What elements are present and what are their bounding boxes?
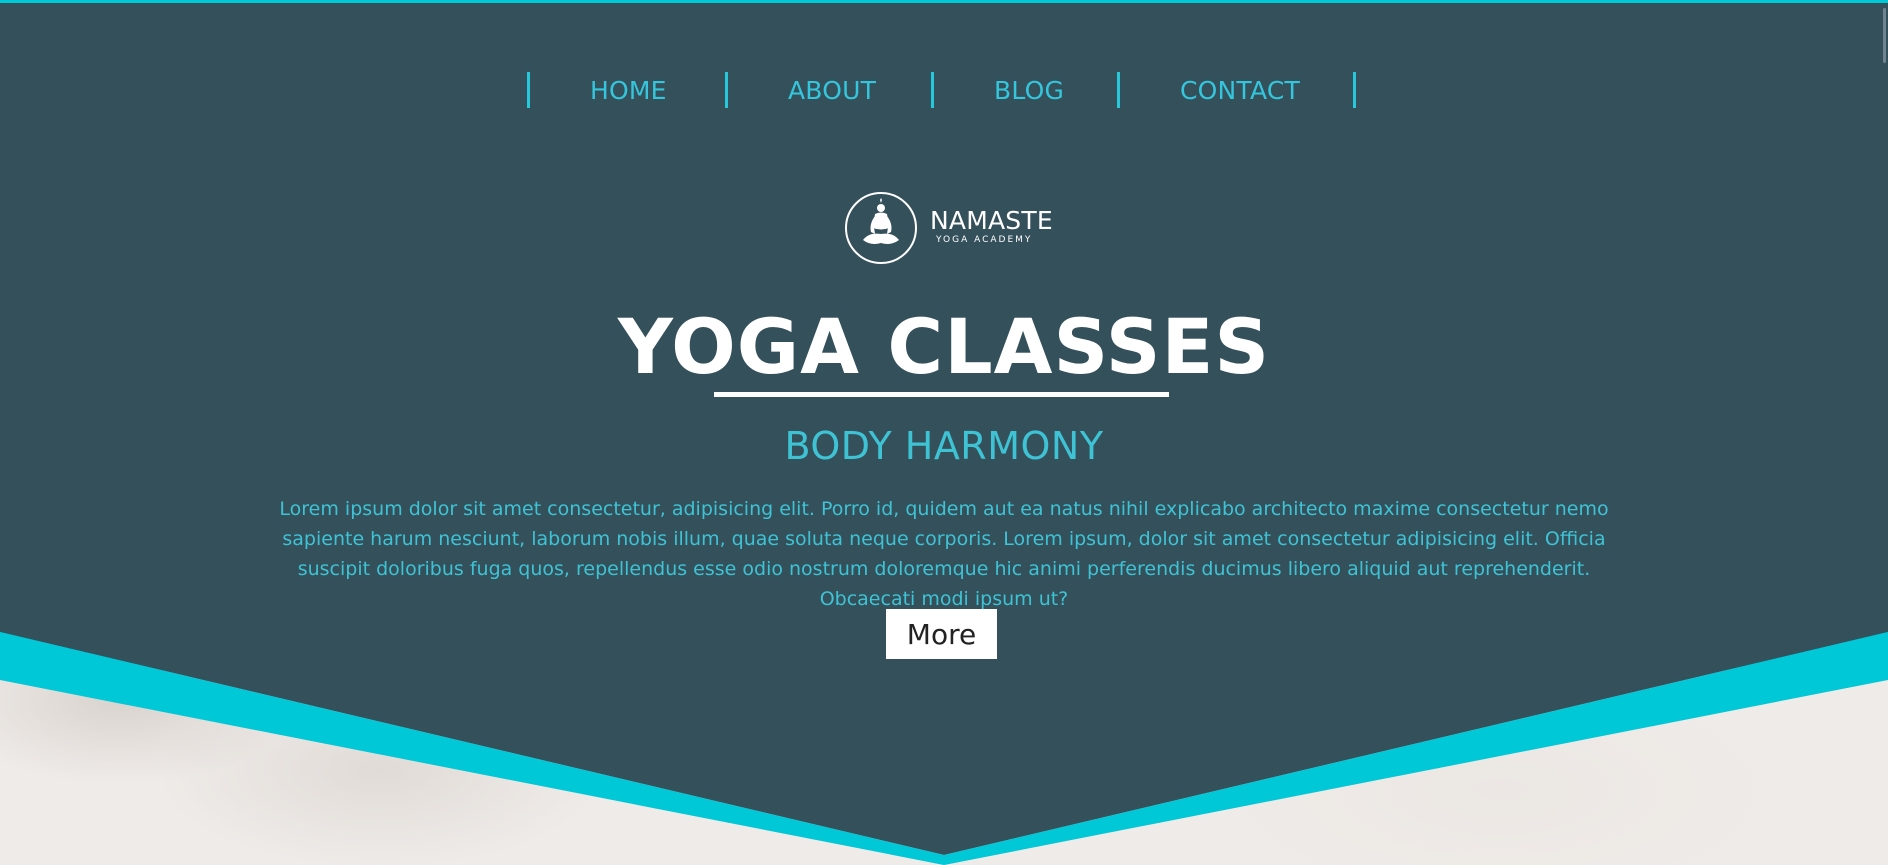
nav-home[interactable]: HOME (590, 76, 667, 105)
landing-page: HOME ABOUT BLOG CONTACT NAMASTE YOGA ACA… (0, 0, 1888, 865)
hero-subtitle: BODY HARMONY (784, 424, 1104, 468)
title-underline (714, 392, 1169, 397)
nav-separator (1117, 72, 1120, 108)
scrollbar-thumb[interactable] (1883, 8, 1886, 63)
logo-name: NAMASTE (930, 206, 1053, 235)
nav-separator (1353, 72, 1356, 108)
top-accent-line (0, 0, 1888, 3)
nav-contact[interactable]: CONTACT (1180, 76, 1300, 105)
nav-separator (527, 72, 530, 108)
logo-subtitle: YOGA ACADEMY (936, 235, 1033, 245)
nav-blog[interactable]: BLOG (994, 76, 1064, 105)
main-nav: HOME ABOUT BLOG CONTACT (0, 72, 1888, 110)
more-button[interactable]: More (886, 609, 997, 659)
nav-separator (931, 72, 934, 108)
nav-about[interactable]: ABOUT (788, 76, 876, 105)
hero-title: YOGA CLASSES (617, 302, 1271, 391)
meditation-figure-icon (863, 198, 899, 244)
logo-circle (845, 192, 917, 264)
logo[interactable]: NAMASTE YOGA ACADEMY (845, 192, 1053, 268)
hero-description: Lorem ipsum dolor sit amet consectetur, … (279, 498, 1609, 610)
nav-separator (725, 72, 728, 108)
